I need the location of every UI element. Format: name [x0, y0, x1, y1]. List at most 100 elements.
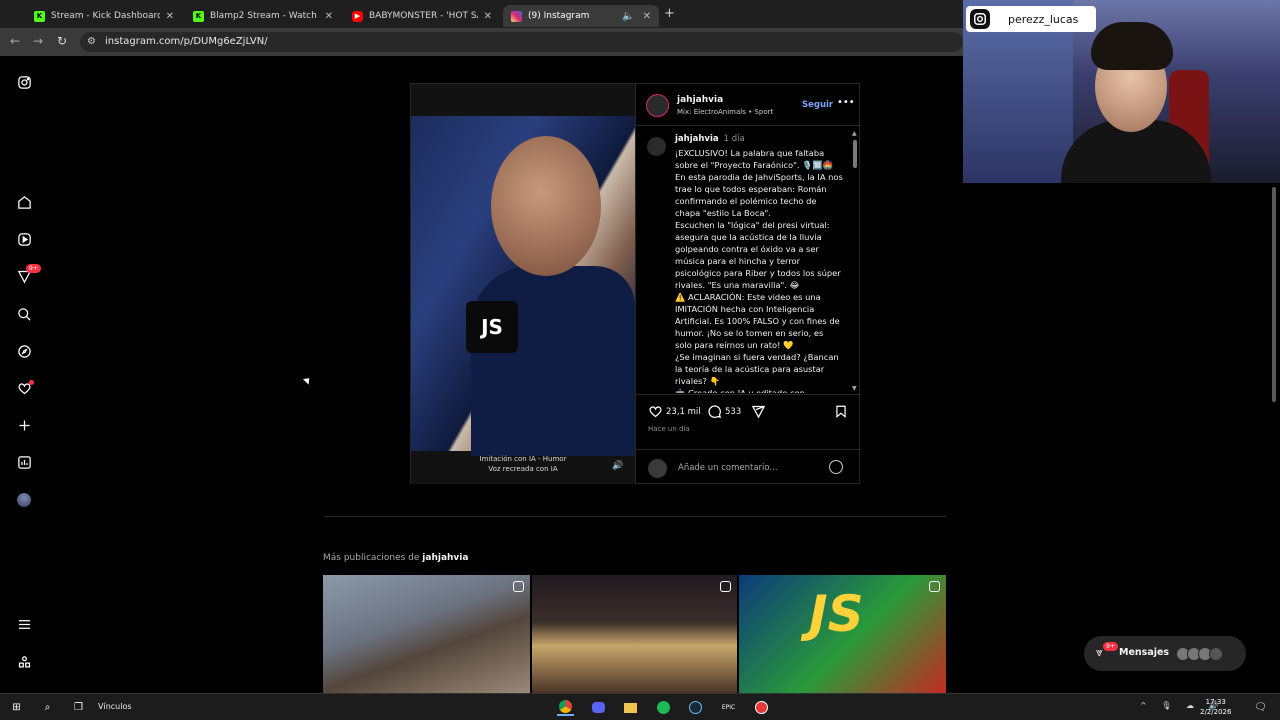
caption-time: 1 día — [723, 134, 745, 144]
url-field[interactable]: ⚙ instagram.com/p/DUMg6eZjLVN/ — [80, 32, 963, 52]
like-count: 23,1 mil — [666, 406, 701, 417]
caption-area: jahjahvia 1 día ¡EXCLUSIVO! La palabra qu… — [636, 127, 850, 393]
follow-button[interactable]: Seguir — [802, 100, 833, 110]
clock[interactable]: 17:33 2/2/2026 — [1200, 697, 1231, 717]
site-info-icon[interactable]: ⚙ — [87, 32, 96, 52]
mouse-cursor — [302, 375, 313, 385]
person-body — [471, 266, 635, 456]
video-caption: Imitación con IA - Humor Voz recreada co… — [479, 455, 567, 473]
more-post-thumbnail[interactable] — [532, 575, 737, 693]
tab-babymonster[interactable]: ▶ BABYMONSTER - 'HOT SAUCE' ✕ — [344, 5, 500, 27]
taskbar: ⊞ ⌕ ❐ Vínculos EPIC ^ 🎙 ☁ 🔊 17:33 2/2/20… — [0, 693, 1280, 720]
share-button[interactable] — [751, 404, 766, 419]
like-button[interactable]: 23,1 mil — [648, 404, 701, 419]
menu-icon[interactable] — [14, 614, 34, 634]
more-post-thumbnail[interactable]: JS — [739, 575, 946, 693]
streamer-name: perezz_lucas — [1008, 12, 1079, 26]
more-options-icon[interactable]: ••• — [837, 97, 855, 108]
spotify-icon[interactable] — [655, 699, 672, 716]
viewer-avatar — [648, 459, 667, 478]
notifications-icon[interactable]: 🗨 — [1252, 699, 1269, 716]
dashboard-icon[interactable] — [14, 452, 34, 472]
activity-dot — [29, 380, 34, 385]
tab-kick-dashboard[interactable]: K Stream - Kick Dashboard ✕ — [26, 5, 182, 27]
kick-icon: K — [193, 10, 204, 22]
explore-icon[interactable] — [14, 341, 34, 361]
close-tab-icon[interactable]: ✕ — [166, 11, 174, 22]
home-icon[interactable] — [14, 192, 34, 212]
post-header: jahjahvia Mix: ElectroAnimals • Sport Se… — [636, 84, 861, 126]
scroll-down-icon[interactable]: ▼ — [852, 385, 857, 392]
comment-count: 533 — [725, 406, 742, 417]
new-tab-button[interactable]: + — [664, 6, 675, 21]
messages-badge: 9+ — [1103, 642, 1118, 651]
streamer-tag: perezz_lucas — [966, 6, 1096, 32]
caption-scrollbar[interactable]: ▲ ▼ — [852, 130, 858, 393]
search-icon[interactable] — [14, 304, 34, 324]
caption-header: jahjahvia 1 día — [675, 134, 745, 144]
add-comment-row: Añade un comentario... — [636, 449, 861, 484]
section-divider — [323, 516, 946, 517]
post-video[interactable]: JS Imitación con IA - Humor Voz recreada… — [411, 84, 635, 484]
tab-blamp2-stream[interactable]: K Blamp2 Stream - Watch Live on ✕ — [185, 5, 341, 27]
share-icon — [751, 405, 766, 419]
create-icon[interactable] — [14, 415, 34, 435]
epic-games-icon[interactable]: EPIC — [720, 699, 737, 716]
scroll-up-icon[interactable]: ▲ — [852, 130, 857, 137]
meta-apps-icon[interactable] — [14, 652, 34, 672]
speaker-icon[interactable]: 🔈 — [622, 11, 634, 22]
discord-icon[interactable] — [590, 699, 607, 716]
forward-icon[interactable]: → — [33, 34, 43, 48]
back-icon[interactable]: ← — [10, 34, 20, 48]
comment-icon — [708, 405, 721, 418]
profile-avatar[interactable] — [17, 493, 31, 507]
instagram-icon — [970, 9, 990, 29]
caption-avatar[interactable] — [647, 137, 666, 156]
tab-instagram[interactable]: (9) Instagram 🔈 ✕ — [503, 5, 659, 27]
messages-button[interactable]: ⩔ 9+ Mensajes — [1084, 636, 1246, 671]
save-button[interactable] — [834, 404, 848, 419]
close-tab-icon[interactable]: ✕ — [325, 11, 333, 22]
microphone-logo: JS — [466, 301, 518, 353]
page-scrollbar[interactable] — [1272, 187, 1276, 402]
reel-icon — [720, 581, 731, 592]
music-label[interactable]: Mix: ElectroAnimals • Sport — [677, 108, 773, 116]
obs-icon[interactable] — [753, 699, 770, 716]
reel-icon — [929, 581, 940, 592]
volume-icon[interactable]: 🔊 — [612, 461, 623, 471]
instagram-icon — [511, 10, 522, 22]
comment-button[interactable]: 533 — [707, 404, 741, 419]
message-avatars — [1176, 647, 1223, 661]
kick-icon: K — [34, 10, 45, 22]
task-view-icon[interactable]: ❐ — [70, 699, 87, 716]
comment-input[interactable]: Añade un comentario... — [678, 463, 778, 473]
close-tab-icon[interactable]: ✕ — [643, 11, 651, 22]
youtube-icon: ▶ — [352, 10, 363, 22]
person-head — [491, 136, 601, 276]
links-toolbar[interactable]: Vínculos — [98, 702, 132, 711]
scroll-thumb[interactable] — [853, 140, 857, 168]
more-posts-heading: Más publicaciones de jahjahvia — [323, 553, 469, 563]
author-username[interactable]: jahjahvia — [677, 95, 723, 105]
caption-username[interactable]: jahjahvia — [675, 134, 719, 144]
more-post-thumbnail[interactable] — [323, 575, 530, 693]
chrome-icon[interactable] — [557, 699, 574, 716]
emoji-icon[interactable] — [829, 460, 843, 474]
reels-icon[interactable] — [14, 229, 34, 249]
author-avatar[interactable] — [646, 94, 669, 117]
messages-label: Mensajes — [1119, 647, 1170, 658]
windows-start-icon[interactable]: ⊞ — [8, 699, 25, 716]
instagram-logo-icon[interactable] — [14, 72, 34, 92]
video-frame: JS — [411, 116, 635, 456]
messenger-icon: ⩔ — [1096, 645, 1103, 659]
reel-icon — [513, 581, 524, 592]
file-explorer-icon[interactable] — [622, 699, 639, 716]
search-icon[interactable]: ⌕ — [39, 699, 56, 716]
close-tab-icon[interactable]: ✕ — [484, 11, 492, 22]
more-posts-user[interactable]: jahjahvia — [422, 553, 468, 563]
like-icon — [649, 406, 662, 418]
reload-icon[interactable]: ↻ — [57, 34, 67, 48]
notification-badge: 9+ — [26, 264, 41, 273]
post-actions: 23,1 mil 533 Hace un día — [636, 394, 861, 449]
steam-icon[interactable] — [687, 699, 704, 716]
